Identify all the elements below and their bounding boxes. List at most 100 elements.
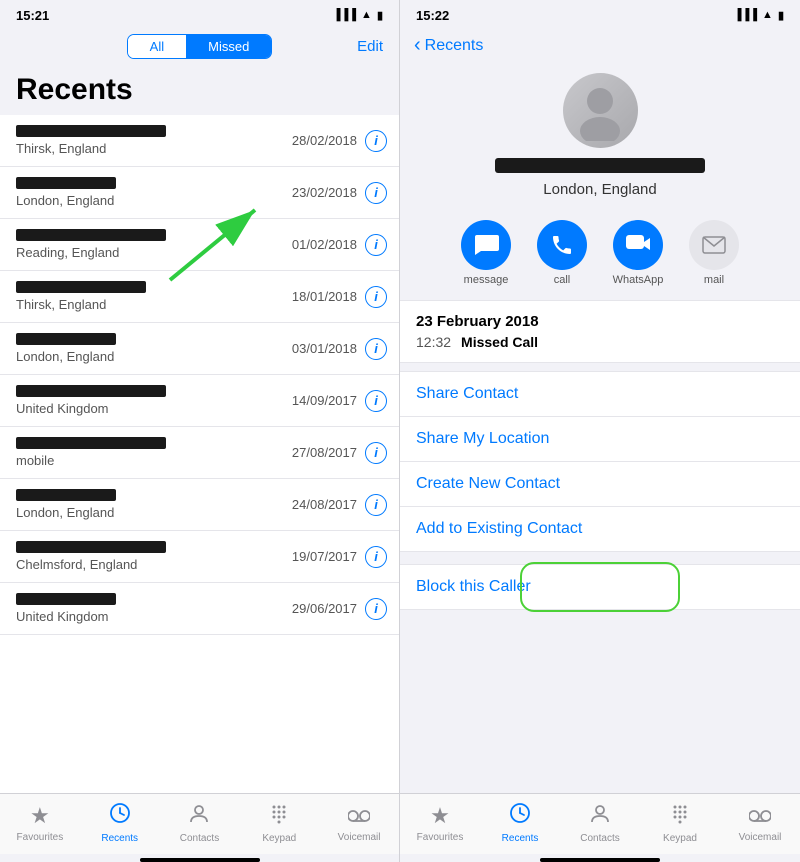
info-icon[interactable]: i [365, 494, 387, 516]
recents-icon [109, 802, 131, 830]
battery-icon: ▮ [778, 9, 784, 22]
contacts-icon [188, 802, 210, 830]
info-icon[interactable]: i [365, 234, 387, 256]
mail-label: mail [704, 274, 724, 286]
wifi-icon: ▲ [361, 9, 372, 21]
tab-favourites[interactable]: ★ Favourites [10, 803, 70, 843]
wifi-icon: ▲ [762, 9, 773, 21]
tab-selector: All Missed Edit [0, 28, 399, 67]
right-keypad-icon [669, 802, 691, 830]
contact-header: London, England [400, 65, 800, 210]
right-tab-voicemail[interactable]: Voicemail [730, 803, 790, 843]
left-home-indicator [140, 858, 260, 862]
call-info: Thirsk, England [16, 281, 292, 312]
tab-recents-label: Recents [101, 833, 138, 844]
call-name-bar [16, 593, 116, 605]
call-date: 28/02/2018 [292, 133, 357, 148]
call-button[interactable]: call [532, 220, 592, 286]
share-location-option[interactable]: Share My Location [400, 417, 800, 462]
info-icon[interactable]: i [365, 286, 387, 308]
right-panel: 15:22 ▐▐▐ ▲ ▮ ‹ Recents London, England [400, 0, 800, 862]
tab-keypad[interactable]: Keypad [249, 802, 309, 844]
whatsapp-icon [613, 220, 663, 270]
message-button[interactable]: message [456, 220, 516, 286]
mail-icon [689, 220, 739, 270]
call-label: call [554, 274, 571, 286]
list-item: United Kingdom 14/09/2017 i [0, 375, 399, 427]
tab-all[interactable]: All [128, 35, 186, 58]
signal-icon: ▐▐▐ [734, 9, 757, 21]
call-date: 14/09/2017 [292, 393, 357, 408]
call-name-bar [16, 177, 116, 189]
contact-name-bar [495, 158, 705, 173]
right-contacts-icon [589, 802, 611, 830]
battery-icon: ▮ [377, 9, 383, 22]
call-date: 23/02/2018 [292, 185, 357, 200]
avatar [563, 73, 638, 148]
call-info: London, England [16, 489, 292, 520]
share-contact-option[interactable]: Share Contact [400, 372, 800, 417]
back-chevron-icon: ‹ [414, 34, 421, 57]
call-info: London, England [16, 177, 292, 208]
create-contact-option[interactable]: Create New Contact [400, 462, 800, 507]
call-location: Chelmsford, England [16, 557, 292, 572]
mail-button[interactable]: mail [684, 220, 744, 286]
back-nav[interactable]: ‹ Recents [400, 28, 800, 65]
right-status-icons: ▐▐▐ ▲ ▮ [734, 9, 784, 22]
keypad-icon [268, 802, 290, 830]
right-tab-contacts[interactable]: Contacts [570, 802, 630, 844]
right-tab-keypad[interactable]: Keypad [650, 802, 710, 844]
right-tab-favourites-label: Favourites [417, 832, 464, 843]
right-time: 15:22 [416, 8, 449, 23]
right-status-bar: 15:22 ▐▐▐ ▲ ▮ [400, 0, 800, 28]
avatar-silhouette-icon [570, 81, 630, 141]
call-name-bar [16, 281, 146, 293]
whatsapp-button[interactable]: WhatsApp [608, 220, 668, 286]
call-name-bar [16, 541, 166, 553]
tab-contacts[interactable]: Contacts [169, 802, 229, 844]
call-date: 27/08/2017 [292, 445, 357, 460]
voicemail-icon [348, 803, 370, 829]
call-detail-time-row: 12:32 Missed Call [416, 334, 784, 350]
info-icon[interactable]: i [365, 390, 387, 412]
info-icon[interactable]: i [365, 130, 387, 152]
tab-contacts-label: Contacts [180, 833, 219, 844]
tab-missed[interactable]: Missed [186, 35, 271, 58]
call-location: Thirsk, England [16, 141, 292, 156]
right-tab-recents[interactable]: Recents [490, 802, 550, 844]
call-date: 29/06/2017 [292, 601, 357, 616]
add-existing-contact-option[interactable]: Add to Existing Contact [400, 507, 800, 551]
info-icon[interactable]: i [365, 182, 387, 204]
back-label: Recents [425, 37, 484, 55]
options-section: Share Contact Share My Location Create N… [400, 371, 800, 552]
left-panel: 15:21 ▐▐▐ ▲ ▮ All Missed Edit Recents Th… [0, 0, 400, 862]
list-item: mobile 27/08/2017 i [0, 427, 399, 479]
call-detail-time: 12:32 [416, 334, 451, 350]
signal-icon: ▐▐▐ [333, 9, 356, 21]
tab-voicemail[interactable]: Voicemail [329, 803, 389, 843]
edit-button[interactable]: Edit [357, 38, 383, 55]
block-caller-label: Block this Caller [416, 578, 531, 595]
info-icon[interactable]: i [365, 546, 387, 568]
call-detail-type: Missed Call [461, 334, 538, 350]
left-bottom-tab-bar: ★ Favourites Recents Contacts [0, 793, 399, 854]
info-icon[interactable]: i [365, 338, 387, 360]
tab-recents[interactable]: Recents [90, 802, 150, 844]
tab-voicemail-label: Voicemail [338, 832, 381, 843]
call-location: United Kingdom [16, 609, 292, 624]
info-icon[interactable]: i [365, 442, 387, 464]
tab-favourites-label: Favourites [17, 832, 64, 843]
call-location: Reading, England [16, 245, 292, 260]
list-item: Thirsk, England 28/02/2018 i [0, 115, 399, 167]
info-icon[interactable]: i [365, 598, 387, 620]
block-caller-section[interactable]: Block this Caller [400, 564, 800, 610]
list-item: Reading, England 01/02/2018 i [0, 219, 399, 271]
call-location: London, England [16, 193, 292, 208]
right-bottom-tab-bar: ★ Favourites Recents Contacts [400, 793, 800, 854]
list-item: London, England 24/08/2017 i [0, 479, 399, 531]
right-tab-recents-label: Recents [502, 833, 539, 844]
right-tab-favourites[interactable]: ★ Favourites [410, 803, 470, 843]
call-info: Thirsk, England [16, 125, 292, 156]
right-home-indicator [540, 858, 660, 862]
whatsapp-label: WhatsApp [613, 274, 664, 286]
